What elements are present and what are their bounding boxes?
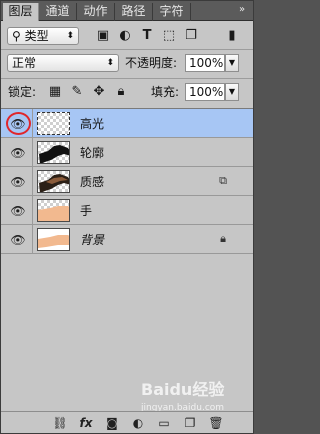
- divider: [32, 109, 33, 138]
- watermark-main: Baidu经验: [141, 380, 225, 399]
- lock-position-icon[interactable]: ✥: [91, 84, 107, 100]
- divider: [1, 78, 253, 79]
- divider: [32, 138, 33, 167]
- tab-channels[interactable]: 通道: [39, 3, 77, 21]
- filter-toggle-icon[interactable]: ▮: [227, 28, 237, 44]
- layer-name[interactable]: 高光: [80, 116, 104, 132]
- tab-paths[interactable]: 路径: [115, 3, 153, 21]
- lock-row: 锁定: ▦ ✎ ✥ 🔒︎ 填充: 100% ▼: [1, 80, 253, 106]
- chevron-updown-icon: ⬍: [66, 31, 74, 41]
- blend-mode-select[interactable]: 正常 ⬍: [7, 54, 119, 72]
- add-mask-icon[interactable]: ◙: [103, 415, 121, 431]
- layer-row-outline[interactable]: 👁︎ 轮廓: [1, 138, 253, 167]
- layers-list: 👁︎ 高光 👁︎ 轮廓 👁︎ 质感 ⧉ 👁︎ 手 👁︎ 背景 🔒︎: [1, 109, 253, 409]
- layer-thumbnail: [37, 199, 70, 222]
- fx-icon[interactable]: fx: [77, 415, 95, 431]
- new-layer-icon[interactable]: ❐: [181, 415, 199, 431]
- layer-name[interactable]: 轮廓: [80, 145, 104, 161]
- adjustment-layer-icon[interactable]: ◐: [129, 415, 147, 431]
- eye-icon[interactable]: 👁︎: [8, 174, 28, 190]
- layer-row-background[interactable]: 👁︎ 背景 🔒︎: [1, 225, 253, 254]
- adjustment-filter-icon[interactable]: ◐: [117, 28, 133, 44]
- opacity-dropdown-icon[interactable]: ▼: [225, 54, 239, 72]
- layer-thumbnail: [37, 170, 70, 193]
- blend-row: 正常 ⬍ 不透明度: 100% ▼: [1, 51, 253, 77]
- fill-input[interactable]: 100%: [185, 83, 225, 101]
- layer-row-texture[interactable]: 👁︎ 质感 ⧉: [1, 167, 253, 196]
- filter-kind-label: 类型: [24, 29, 49, 43]
- lock-label: 锁定:: [8, 85, 37, 99]
- shape-filter-icon[interactable]: ⬚: [161, 28, 177, 44]
- layer-row-highlight[interactable]: 👁︎ 高光: [1, 109, 253, 138]
- lock-all-icon[interactable]: 🔒︎: [113, 84, 129, 100]
- filter-row: ⚲ 类型 ⬍ ▣ ◐ T ⬚ ❐ ▮: [1, 23, 253, 49]
- layer-thumbnail: [37, 141, 70, 164]
- divider: [32, 225, 33, 254]
- layer-name[interactable]: 背景: [80, 232, 104, 248]
- lock-transparent-icon[interactable]: ▦: [47, 84, 63, 100]
- filter-kind-select[interactable]: ⚲ 类型 ⬍: [7, 27, 79, 45]
- image-filter-icon[interactable]: ▣: [95, 28, 111, 44]
- panel-tab-bar: 图层 通道 动作 路径 字符 »: [1, 1, 253, 21]
- lock-image-icon[interactable]: ✎: [69, 84, 85, 100]
- tab-layers[interactable]: 图层: [3, 3, 39, 21]
- layer-name[interactable]: 质感: [80, 174, 104, 190]
- type-filter-icon[interactable]: T: [139, 28, 155, 44]
- divider: [32, 196, 33, 225]
- chevron-updown-icon: ⬍: [106, 58, 114, 68]
- blend-mode-value: 正常: [12, 56, 37, 70]
- smart-object-filter-icon[interactable]: ❐: [183, 28, 199, 44]
- eye-icon[interactable]: 👁︎: [8, 232, 28, 248]
- eye-icon[interactable]: 👁︎: [8, 203, 28, 219]
- layer-row-hand[interactable]: 👁︎ 手: [1, 196, 253, 225]
- fill-label: 填充:: [151, 85, 180, 99]
- divider: [1, 49, 253, 50]
- search-icon: ⚲: [12, 29, 21, 43]
- divider: [32, 167, 33, 196]
- eye-icon[interactable]: 👁︎: [8, 145, 28, 161]
- link-layers-icon[interactable]: ⛓︎: [51, 415, 69, 431]
- layers-panel: 图层 通道 动作 路径 字符 » ⚲ 类型 ⬍ ▣ ◐ T ⬚ ❐ ▮ 正常 ⬍…: [0, 0, 254, 434]
- lock-icon: 🔒︎: [220, 232, 226, 245]
- red-annotation-circle: [6, 112, 31, 135]
- layer-name[interactable]: 手: [80, 203, 92, 219]
- opacity-input[interactable]: 100%: [185, 54, 225, 72]
- tab-actions[interactable]: 动作: [77, 3, 115, 21]
- double-arrow-menu-icon[interactable]: »: [235, 4, 249, 17]
- layer-thumbnail: [37, 112, 70, 135]
- new-group-icon[interactable]: ▭: [155, 415, 173, 431]
- tab-character[interactable]: 字符: [153, 3, 191, 21]
- layer-thumbnail: [37, 228, 70, 251]
- smart-object-icon: ⧉: [219, 174, 227, 187]
- fill-dropdown-icon[interactable]: ▼: [225, 83, 239, 101]
- opacity-label: 不透明度:: [125, 56, 178, 70]
- layers-bottom-toolbar: ⛓︎ fx ◙ ◐ ▭ ❐ 🗑︎: [1, 411, 253, 433]
- delete-layer-icon[interactable]: 🗑︎: [207, 415, 225, 431]
